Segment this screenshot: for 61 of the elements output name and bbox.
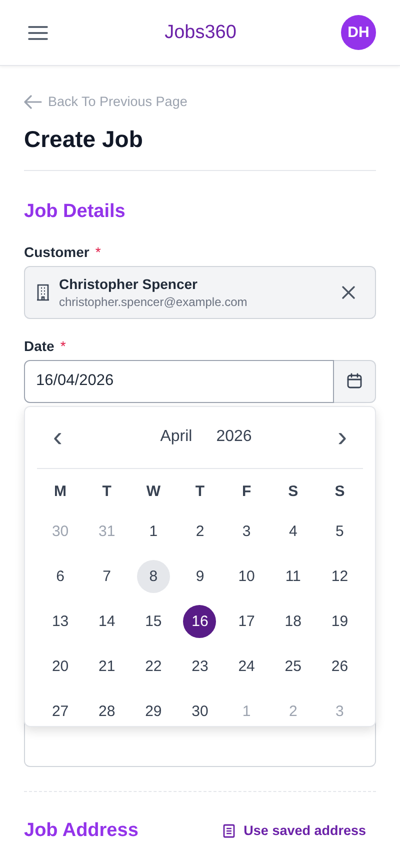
calendar-day[interactable]: 25 bbox=[276, 650, 310, 682]
weekday-label: S bbox=[334, 482, 345, 502]
calendar-day[interactable]: 30 bbox=[183, 694, 216, 728]
calendar-day[interactable]: 26 bbox=[323, 650, 356, 682]
calendar-day[interactable]: 11 bbox=[276, 560, 310, 592]
calendar-day[interactable]: 14 bbox=[90, 604, 124, 638]
calendar-day[interactable]: 1 bbox=[136, 514, 170, 548]
required-mark: * bbox=[60, 338, 66, 354]
calendar-day[interactable]: 9 bbox=[183, 560, 216, 592]
list-icon[interactable] bbox=[222, 824, 235, 838]
calendar-day[interactable]: 21 bbox=[90, 650, 124, 682]
date-field[interactable]: 16/04/2026 bbox=[24, 360, 334, 402]
calendar-day[interactable]: 7 bbox=[90, 560, 124, 592]
weekday-label: T bbox=[195, 482, 205, 502]
calendar-day[interactable]: 16 bbox=[183, 604, 216, 638]
calendar-icon[interactable] bbox=[347, 373, 362, 389]
calendar-day[interactable]: 6 bbox=[44, 560, 77, 592]
customer-field[interactable]: Christopher Spencer christopher.spencer@example.com bbox=[24, 266, 376, 318]
calendar-button[interactable] bbox=[334, 360, 376, 402]
customer-email: christopher.spencer@example.com bbox=[59, 294, 248, 308]
section-heading: Job Address bbox=[24, 820, 138, 842]
field-label: Customer bbox=[24, 244, 90, 260]
calendar-day[interactable]: 10 bbox=[230, 560, 264, 592]
calendar-day[interactable]: 29 bbox=[136, 694, 170, 728]
weekday-label: F bbox=[242, 482, 252, 502]
calendar-day[interactable]: 15 bbox=[136, 604, 170, 638]
calendar-day[interactable]: 17 bbox=[230, 604, 264, 638]
calendar-day[interactable]: 22 bbox=[136, 650, 170, 682]
customer-name: Christopher Spencer bbox=[59, 276, 198, 292]
next-month-button[interactable]: › bbox=[332, 423, 353, 451]
menu-icon[interactable] bbox=[28, 26, 48, 40]
calendar-day[interactable]: 3 bbox=[230, 514, 264, 548]
calendar-day[interactable]: 8 bbox=[136, 560, 170, 592]
calendar-day[interactable]: 19 bbox=[323, 604, 356, 638]
calendar-day[interactable]: 20 bbox=[44, 650, 77, 682]
weekday-label: T bbox=[102, 482, 112, 502]
calendar-day[interactable]: 18 bbox=[276, 604, 310, 638]
calendar-day[interactable]: 28 bbox=[90, 694, 124, 728]
previous-month-button[interactable]: ‹ bbox=[47, 423, 68, 451]
close-icon[interactable] bbox=[342, 286, 355, 298]
section-heading: Job Details bbox=[24, 200, 126, 222]
calendar-day[interactable]: 23 bbox=[183, 650, 216, 682]
building-icon bbox=[37, 284, 49, 300]
page-title: Create Job bbox=[24, 126, 144, 152]
calendar-day[interactable]: 5 bbox=[323, 514, 356, 548]
calendar-day[interactable]: 12 bbox=[323, 560, 356, 592]
required-mark: * bbox=[95, 244, 101, 260]
calendar-day[interactable]: 2 bbox=[183, 514, 216, 548]
calendar-day[interactable]: 13 bbox=[44, 604, 77, 638]
year-selector[interactable]: 2026 bbox=[216, 428, 252, 446]
weekday-label: M bbox=[54, 482, 67, 502]
user-avatar[interactable]: DH bbox=[341, 15, 376, 50]
weekday-label: W bbox=[146, 482, 160, 502]
weekday-label: S bbox=[288, 482, 298, 502]
field-label: Date bbox=[24, 338, 54, 354]
calendar-day[interactable]: 24 bbox=[230, 650, 264, 682]
use-saved-address-button[interactable]: Use saved address bbox=[222, 823, 376, 838]
calendar-day[interactable]: 4 bbox=[276, 514, 310, 548]
month-selector[interactable]: April bbox=[160, 428, 192, 446]
app-title: Jobs360 bbox=[164, 22, 236, 44]
calendar-day[interactable]: 27 bbox=[44, 694, 77, 728]
